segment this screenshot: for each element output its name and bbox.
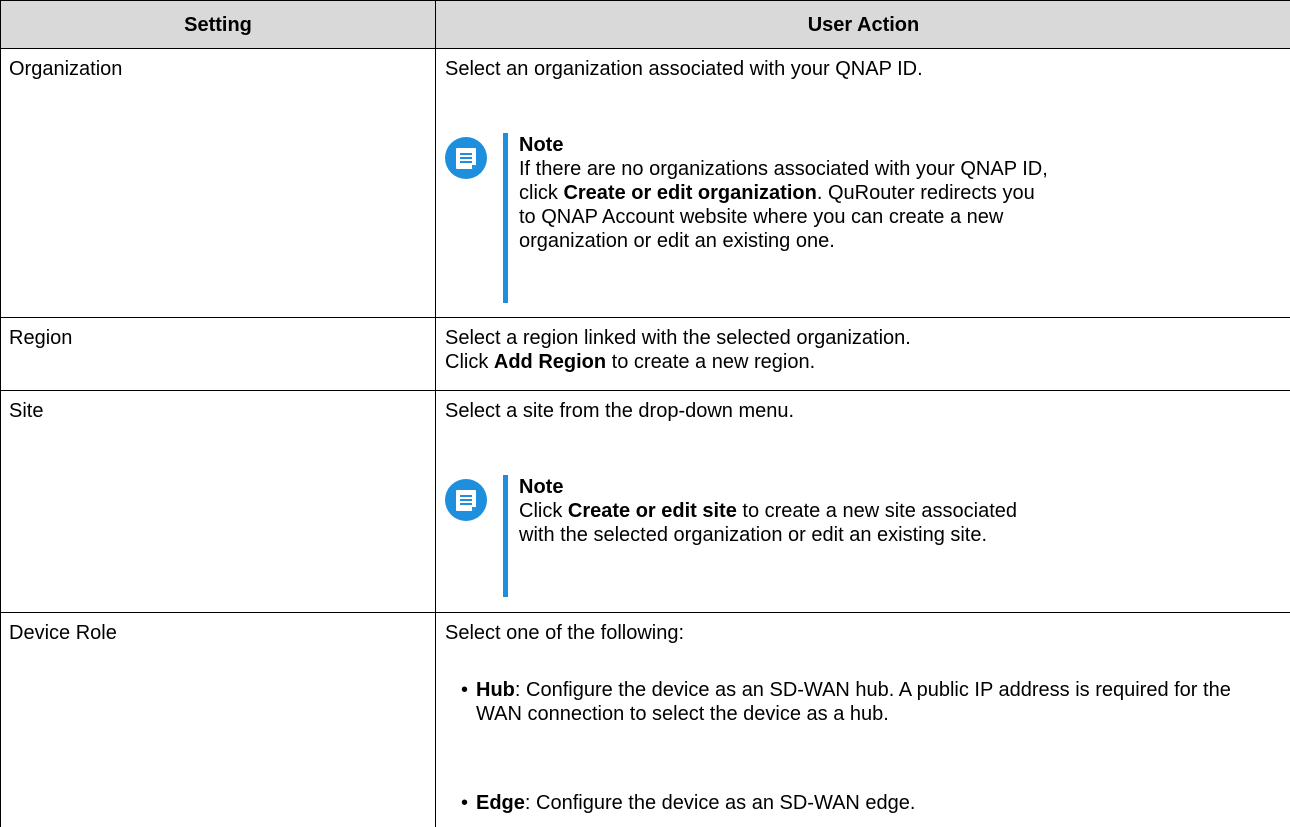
setting-name: Site	[9, 400, 44, 422]
note-accent-bar	[503, 475, 508, 597]
bullet-dot: •	[461, 792, 469, 814]
user-action-text: Select an organization associated with y…	[445, 58, 923, 80]
note-box: Note Click Create or edit site to create…	[445, 475, 1045, 597]
list-item-text: Hub: Configure the device as an SD-WAN h…	[476, 678, 1276, 726]
setting-name: Device Role	[9, 622, 117, 644]
note-speech-bubble-icon	[445, 479, 487, 521]
action-text-part: to create a new region.	[606, 351, 816, 373]
settings-table: Setting User Action Organization Select …	[0, 0, 1290, 827]
list-item-desc: : Configure the device as an SD-WAN edge…	[524, 792, 916, 814]
note-box: Note If there are no organizations assoc…	[445, 133, 1048, 303]
note-title: Note	[519, 134, 564, 156]
column-header-user-action: User Action	[807, 14, 920, 36]
action-bold-term: Add Region	[493, 351, 607, 373]
table-header: Setting User Action	[1, 0, 1290, 49]
user-action-text: Select a region linked with the selected…	[445, 326, 1275, 374]
column-divider	[435, 391, 436, 612]
bullet-list: • Hub: Configure the device as an SD-WAN…	[445, 613, 1285, 827]
table-row-organization: Organization Select an organization asso…	[1, 49, 1290, 318]
note-speech-bubble-icon	[445, 137, 487, 179]
note-bold-term: Create or edit organization	[563, 182, 817, 204]
list-item-desc: : Configure the device as an SD-WAN hub.…	[476, 679, 1231, 725]
note-title: Note	[519, 476, 564, 498]
user-action-text: Select a site from the drop-down menu.	[445, 400, 795, 422]
note-body: Note Click Create or edit site to create…	[519, 475, 1049, 547]
note-body: Note If there are no organizations assoc…	[519, 133, 1049, 253]
note-accent-bar	[503, 133, 508, 303]
list-item-text: Edge: Configure the device as an SD-WAN …	[476, 791, 1276, 815]
setting-name: Region	[9, 327, 73, 349]
table-row-region: Region Select a region linked with the s…	[1, 318, 1290, 391]
note-text-part: Click	[519, 500, 568, 522]
setting-name: Organization	[9, 58, 123, 80]
column-header-setting: Setting	[184, 14, 252, 36]
column-divider	[435, 613, 436, 827]
bullet-dot: •	[461, 679, 469, 701]
note-text: If there are no organizations associated…	[519, 157, 1049, 253]
column-divider	[435, 318, 436, 390]
user-action-line: Click Add Region to create a new region.	[445, 350, 1275, 374]
list-item-term: Edge	[476, 792, 525, 814]
table-row-site: Site Select a site from the drop-down me…	[1, 391, 1290, 613]
action-text-part: Click	[445, 351, 494, 373]
note-text: Click Create or edit site to create a ne…	[519, 499, 1049, 547]
user-action-line: Select a region linked with the selected…	[445, 327, 911, 349]
note-bold-term: Create or edit site	[567, 500, 737, 522]
table-row-device-role: Device Role Select one of the following:…	[1, 613, 1290, 827]
column-divider	[435, 49, 436, 317]
list-item-term: Hub	[476, 679, 515, 701]
